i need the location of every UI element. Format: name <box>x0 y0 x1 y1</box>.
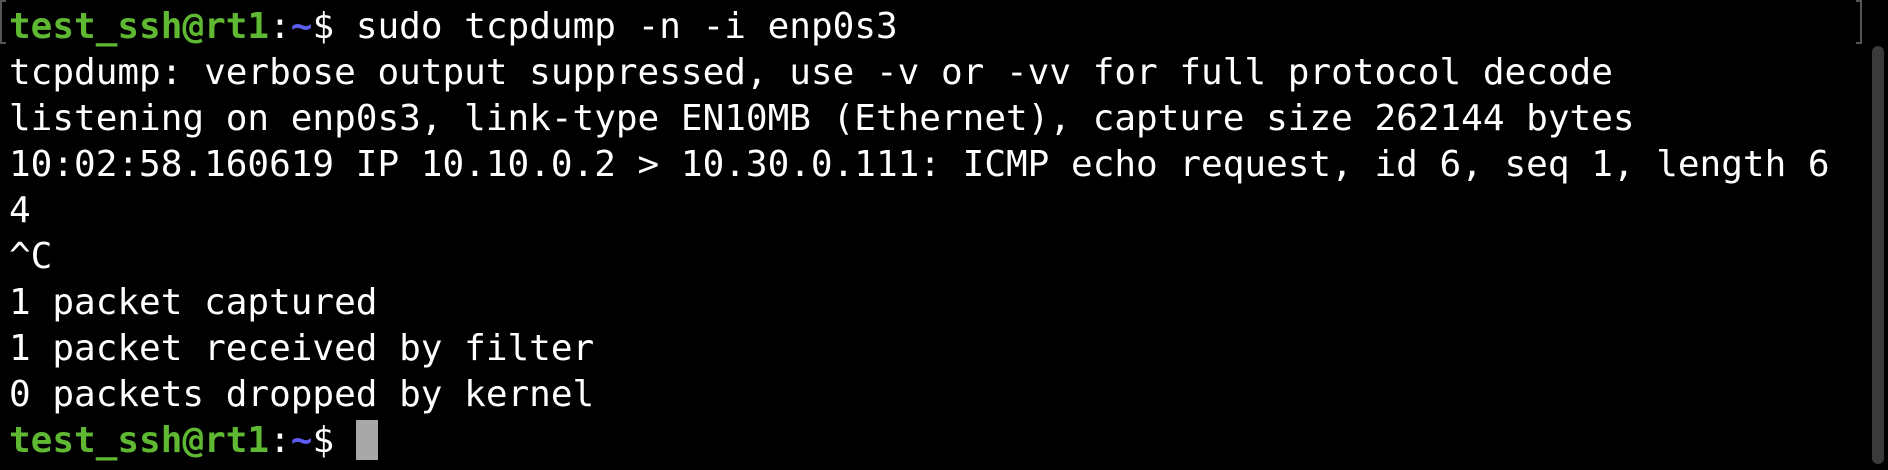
terminal-window[interactable]: test_ssh@rt1:~$ sudo tcpdump -n -i enp0s… <box>0 0 1888 470</box>
text-cursor <box>355 420 378 460</box>
output-line: ^C <box>9 236 53 277</box>
output-line: tcpdump: verbose output suppressed, use … <box>9 52 1613 93</box>
prompt-user-host: test_ssh@rt1 <box>9 420 270 461</box>
output-line: 1 packet received by filter <box>9 328 595 369</box>
active-prompt-line[interactable]: test_ssh@rt1:~$ <box>9 418 1888 464</box>
command-text: sudo tcpdump -n -i enp0s3 <box>355 6 898 47</box>
prompt-path: ~ <box>290 420 313 461</box>
prompt-colon: : <box>269 6 291 47</box>
vertical-scrollbar[interactable] <box>1866 0 1888 470</box>
prompt-dollar: $ <box>312 420 356 461</box>
output-line: listening on enp0s3, link-type EN10MB (E… <box>9 98 1635 139</box>
prompt-colon: : <box>269 420 291 461</box>
output-line: 0 packets dropped by kernel <box>9 374 595 415</box>
scrollbar-thumb[interactable] <box>1872 46 1884 464</box>
left-edge-marker <box>0 0 6 44</box>
prompt-user-host: test_ssh@rt1 <box>9 6 270 47</box>
output-line: 10:02:58.160619 IP 10.10.0.2 > 10.30.0.1… <box>9 144 1830 185</box>
prompt-path: ~ <box>290 6 313 47</box>
command-line: test_ssh@rt1:~$ sudo tcpdump -n -i enp0s… <box>9 4 1888 50</box>
output-line: 4 <box>9 190 31 231</box>
output-line: 1 packet captured <box>9 282 378 323</box>
prompt-dollar: $ <box>312 6 356 47</box>
right-edge-marker <box>1856 0 1862 44</box>
